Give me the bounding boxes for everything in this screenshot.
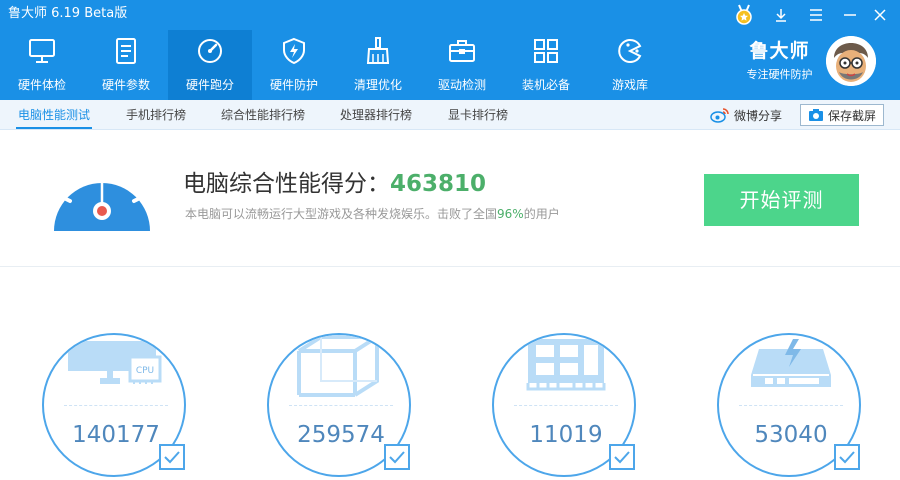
brand-name: 鲁大师: [749, 40, 810, 62]
pacman-icon: [618, 39, 642, 63]
tab-cpu-ranking[interactable]: 处理器排行榜: [340, 100, 412, 130]
tab-overall-ranking[interactable]: 综合性能排行榜: [221, 100, 305, 130]
mascot-face-icon: [826, 36, 876, 86]
graphics-checkbox[interactable]: [384, 444, 410, 470]
start-benchmark-button[interactable]: 开始评测: [704, 174, 859, 226]
graphics-score-card[interactable]: 259574: [267, 333, 411, 477]
nav-item-label: 游戏库: [611, 78, 648, 92]
check-icon: [614, 451, 630, 464]
nav-item-label: 清理优化: [353, 78, 402, 92]
processor-checkbox[interactable]: [159, 444, 185, 470]
processor-score-card[interactable]: CPU 140177: [42, 333, 186, 477]
menu-icon[interactable]: [801, 2, 831, 28]
sub-tab-bar: 电脑性能测试 手机排行榜 综合性能排行榜 处理器排行榜 显卡排行榜 微博分享 保…: [0, 100, 900, 130]
nav-item-hardware-params[interactable]: 硬件参数: [84, 30, 168, 100]
memory-module-icon: [526, 339, 606, 391]
nav-item-benchmark[interactable]: 硬件跑分: [168, 30, 252, 100]
apps-grid-icon: [534, 39, 558, 63]
close-icon[interactable]: [865, 2, 895, 28]
nav-item-hardware-check[interactable]: 硬件体检: [0, 30, 84, 100]
tab-phone-ranking[interactable]: 手机排行榜: [126, 100, 186, 130]
score-desc-text: 本电脑可以流畅运行大型游戏及各种发烧娱乐。击败了全国: [185, 207, 498, 221]
memory-score-card[interactable]: 11019: [492, 333, 636, 477]
nav-item-label: 硬件跑分: [185, 78, 234, 92]
check-icon: [164, 451, 180, 464]
app-title: 鲁大师 6.19 Beta版: [8, 6, 128, 21]
speedometer-icon: [198, 39, 222, 63]
nav-item-label: 硬件参数: [101, 78, 150, 92]
download-icon[interactable]: [766, 2, 796, 28]
toolbox-icon: [449, 40, 475, 62]
nav-item-essentials[interactable]: 装机必备: [504, 30, 588, 100]
dashed-divider: [289, 405, 393, 406]
save-screenshot-button[interactable]: 保存截屏: [800, 104, 884, 126]
weibo-share-label: 微博分享: [734, 108, 783, 123]
nav-item-label: 硬件体检: [17, 78, 66, 92]
brand-slogan: 专注硬件防护: [746, 68, 813, 81]
tab-pc-performance[interactable]: 电脑性能测试: [15, 100, 93, 130]
monitor-icon: [29, 39, 55, 63]
check-icon: [389, 451, 405, 464]
disk-checkbox[interactable]: [834, 444, 860, 470]
nav-item-label: 驱动检测: [437, 78, 486, 92]
monitor-cpu-icon: CPU: [68, 341, 162, 384]
memory-checkbox[interactable]: [609, 444, 635, 470]
document-list-icon: [116, 38, 136, 64]
broom-icon: [366, 37, 390, 64]
nav-item-game-library[interactable]: 游戏库: [588, 30, 672, 100]
cpu-chip-label: CPU: [136, 366, 154, 376]
main-nav: 硬件体检 硬件参数 硬件跑分 硬件防护 清理优化 驱动检测 装机必备 游戏库: [0, 30, 672, 100]
dashed-divider: [739, 405, 843, 406]
avatar[interactable]: [826, 36, 876, 86]
score-value: 463810: [390, 171, 487, 197]
tab-gpu-ranking[interactable]: 显卡排行榜: [448, 100, 508, 130]
speed-gauge-icon: [54, 165, 150, 231]
camera-icon: [808, 109, 823, 121]
nav-item-driver-check[interactable]: 驱动检测: [420, 30, 504, 100]
score-description: 本电脑可以流畅运行大型游戏及各种发烧娱乐。击败了全国96%的用户: [185, 205, 560, 223]
check-icon: [839, 451, 855, 464]
disk-score-card[interactable]: 53040: [717, 333, 861, 477]
dashed-divider: [64, 405, 168, 406]
medal-icon[interactable]: [729, 2, 759, 28]
nav-item-hardware-protect[interactable]: 硬件防护: [252, 30, 336, 100]
shield-bolt-icon: [283, 37, 305, 65]
nav-item-cleanup[interactable]: 清理优化: [336, 30, 420, 100]
score-desc-suffix: 的用户: [523, 207, 560, 221]
section-divider: [0, 266, 900, 267]
dashed-divider: [514, 405, 618, 406]
top-bar: 鲁大师 6.19 Beta版 硬件体检 硬件参数 硬件跑分 硬件防护 清理优化 …: [0, 0, 900, 100]
minimize-icon[interactable]: [835, 2, 865, 28]
cube-icon: [297, 335, 379, 397]
save-screenshot-label: 保存截屏: [827, 108, 876, 123]
weibo-share-button[interactable]: 微博分享: [710, 100, 782, 130]
nav-item-label: 硬件防护: [269, 78, 318, 92]
weibo-icon: [710, 108, 729, 123]
hard-disk-icon: [751, 339, 831, 387]
score-label: 电脑综合性能得分：: [183, 171, 390, 197]
score-percent: 96%: [497, 207, 524, 221]
nav-item-label: 装机必备: [521, 78, 570, 92]
brand: 鲁大师 专注硬件防护: [742, 39, 817, 83]
score-title: 电脑综合性能得分：463810: [183, 168, 486, 200]
